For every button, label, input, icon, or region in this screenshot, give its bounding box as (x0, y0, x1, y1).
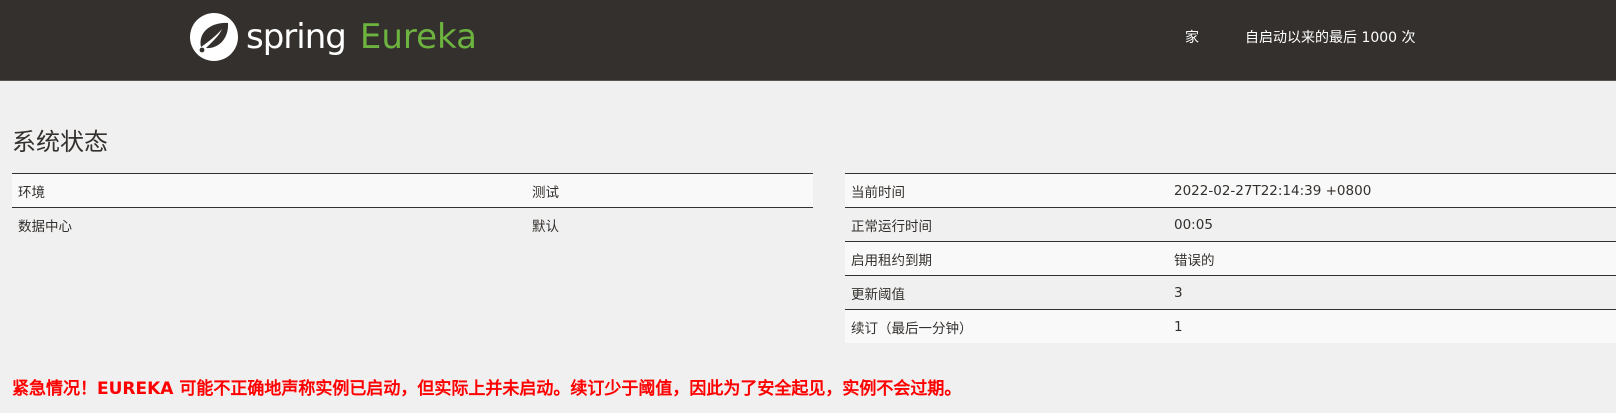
table-value: 1 (1174, 318, 1183, 335)
table-value: 测试 (532, 184, 559, 201)
table-value: 默认 (532, 218, 559, 235)
nav-links: 家 自启动以来的最后 1000 次 (1185, 27, 1416, 47)
table-key: 当前时间 (851, 184, 905, 201)
nav-last-1000-link[interactable]: 自启动以来的最后 1000 次 (1245, 27, 1416, 47)
table-key: 环境 (18, 184, 45, 201)
brand-link[interactable]: spring Eureka (188, 9, 477, 65)
brand-spring-text: spring (246, 17, 347, 57)
table-key: 启用租约到期 (851, 252, 932, 269)
table-value: 2022-02-27T22:14:39 +0800 (1174, 182, 1372, 199)
table-value: 错误的 (1174, 252, 1215, 269)
navbar: spring Eureka 家 自启动以来的最后 1000 次 (0, 0, 1616, 81)
table-row: 更新阈值 3 (845, 275, 1616, 310)
table-key: 正常运行时间 (851, 218, 932, 235)
table-row: 启用租约到期 错误的 (845, 241, 1616, 276)
table-row: 当前时间 2022-02-27T22:14:39 +0800 (845, 173, 1616, 208)
table-row: 正常运行时间 00:05 (845, 207, 1616, 242)
table-key: 更新阈值 (851, 286, 905, 303)
table-key: 续订（最后一分钟） (851, 320, 973, 337)
table-row: 环境 测试 (12, 173, 813, 208)
table-value: 3 (1174, 284, 1183, 301)
table-key: 数据中心 (18, 218, 72, 235)
status-table: 当前时间 2022-02-27T22:14:39 +0800 正常运行时间 00… (845, 173, 1616, 343)
page-title: 系统状态 (12, 128, 108, 156)
table-row: 数据中心 默认 (12, 207, 813, 241)
table-row: 续订（最后一分钟） 1 (845, 309, 1616, 343)
environment-table: 环境 测试 数据中心 默认 (12, 173, 813, 241)
brand-eureka-text: Eureka (359, 17, 477, 57)
spring-leaf-logo-icon (190, 13, 238, 61)
nav-home-link[interactable]: 家 (1185, 27, 1245, 47)
table-value: 00:05 (1174, 216, 1213, 233)
emergency-warning-text: 紧急情况！EUREKA 可能不正确地声称实例已启动，但实际上并未启动。续订少于阈… (12, 379, 962, 399)
